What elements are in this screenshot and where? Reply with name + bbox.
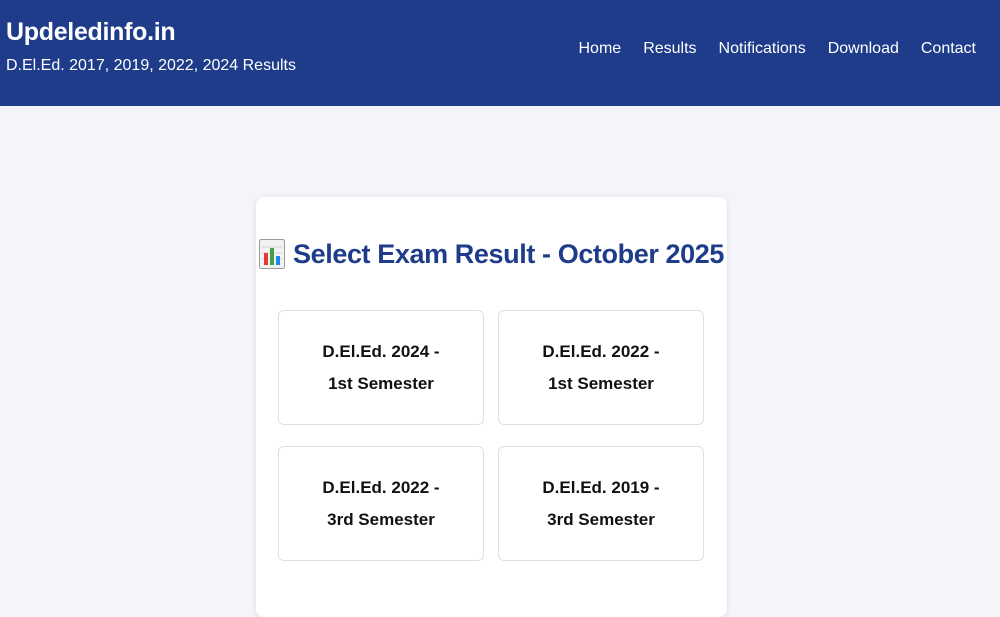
- card-heading-row: Select Exam Result - October 2025: [256, 237, 727, 271]
- site-subtitle: D.El.Ed. 2017, 2019, 2022, 2024 Results: [6, 57, 296, 74]
- result-option-deled-2024-1st-semester[interactable]: D.El.Ed. 2024 - 1st Semester: [278, 310, 484, 425]
- site-title[interactable]: Updeledinfo.in: [6, 16, 296, 48]
- exam-result-card: Select Exam Result - October 2025 D.El.E…: [256, 197, 727, 617]
- result-option-deled-2022-3rd-semester[interactable]: D.El.Ed. 2022 - 3rd Semester: [278, 446, 484, 561]
- nav-home[interactable]: Home: [579, 38, 622, 60]
- result-option-label: D.El.Ed. 2024 - 1st Semester: [322, 341, 440, 393]
- nav-notifications[interactable]: Notifications: [719, 38, 806, 60]
- result-option-deled-2019-3rd-semester[interactable]: D.El.Ed. 2019 - 3rd Semester: [498, 446, 704, 561]
- result-option-label: D.El.Ed. 2019 - 3rd Semester: [542, 477, 660, 529]
- main-nav: Home Results Notifications Download Cont…: [579, 38, 977, 60]
- nav-download[interactable]: Download: [828, 38, 899, 60]
- nav-results[interactable]: Results: [643, 38, 696, 60]
- nav-contact[interactable]: Contact: [921, 38, 976, 60]
- result-option-deled-2022-1st-semester[interactable]: D.El.Ed. 2022 - 1st Semester: [498, 310, 704, 425]
- bar-chart-icon: [259, 239, 285, 269]
- page-title: Select Exam Result - October 2025: [293, 239, 724, 269]
- brand: Updeledinfo.in D.El.Ed. 2017, 2019, 2022…: [6, 16, 296, 76]
- result-option-label: D.El.Ed. 2022 - 3rd Semester: [322, 477, 440, 529]
- result-option-label: D.El.Ed. 2022 - 1st Semester: [542, 341, 660, 393]
- site-header: Updeledinfo.in D.El.Ed. 2017, 2019, 2022…: [0, 0, 1000, 106]
